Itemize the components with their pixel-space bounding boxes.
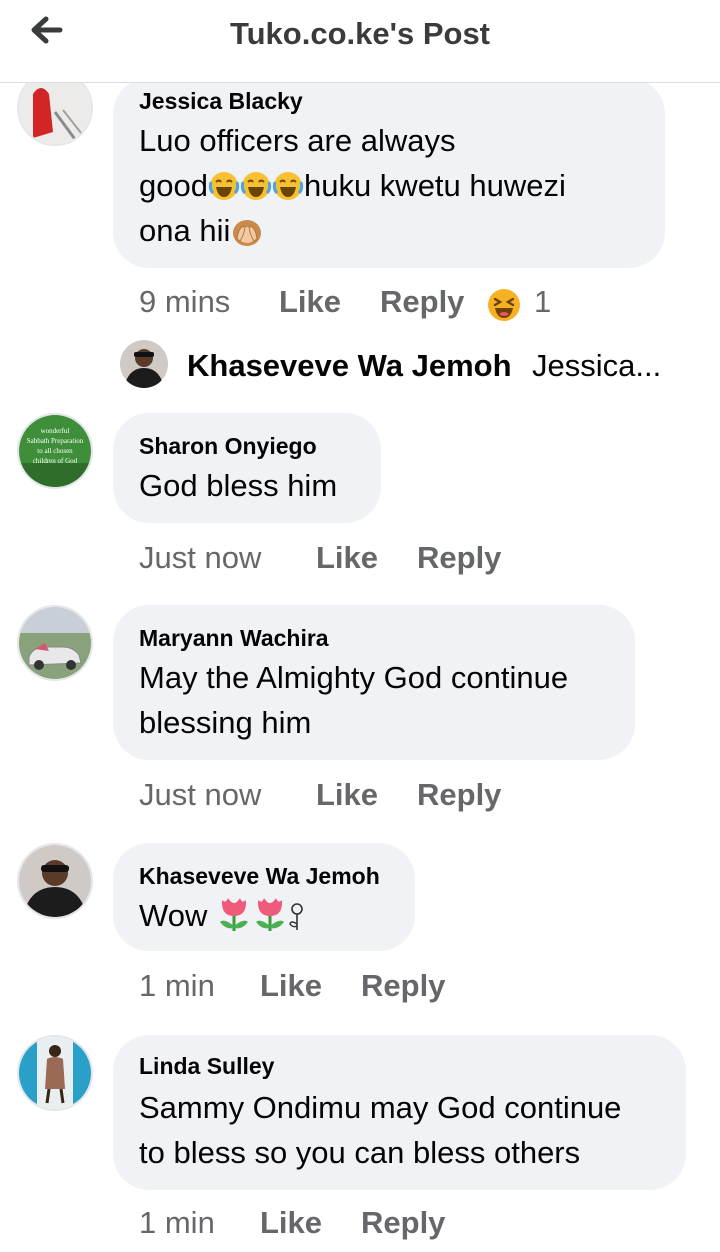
small-flower-emoji	[289, 903, 303, 930]
comment-bubble[interactable]: Maryann Wachira May the Almighty God con…	[113, 605, 635, 760]
comment-actions: Just now Like Reply	[139, 540, 519, 580]
avatar[interactable]	[17, 1035, 93, 1111]
comment-author[interactable]: Sharon Onyiego	[139, 433, 317, 460]
comment-timestamp[interactable]: Just now	[139, 777, 261, 813]
comment-text-line: Wow	[139, 898, 208, 933]
reply-author[interactable]: Khaseveve Wa Jemoh	[187, 348, 512, 384]
comment-text-line: huku kwetu huwezi	[303, 168, 566, 203]
comment-actions: 9 mins Like Reply 1	[139, 284, 579, 324]
comment-timestamp[interactable]: 1 min	[139, 1205, 215, 1241]
comment-text: ona hii	[139, 208, 264, 253]
reaction-count[interactable]: 1	[534, 284, 551, 320]
reply-button[interactable]: Reply	[417, 777, 501, 813]
comment-text: God bless him	[139, 468, 338, 503]
comment-text: Luo officers are always	[139, 118, 455, 163]
haha-reaction-icon[interactable]	[487, 288, 521, 330]
like-button[interactable]: Like	[279, 284, 341, 320]
comment-author[interactable]: Khaseveve Wa Jemoh	[139, 863, 380, 890]
tulip-emoji	[255, 898, 284, 931]
comment-text: Wow	[139, 893, 306, 938]
comment-actions: 1 min Like Reply	[139, 968, 469, 1008]
like-button[interactable]: Like	[316, 777, 378, 813]
comment-author[interactable]: Jessica Blacky	[139, 88, 303, 115]
comment-timestamp[interactable]: 1 min	[139, 968, 215, 1004]
like-button[interactable]: Like	[260, 1205, 322, 1241]
reply-button[interactable]: Reply	[380, 284, 464, 320]
laughing-crying-emoji	[240, 172, 272, 200]
comment-actions: 1 min Like Reply	[139, 1205, 469, 1245]
comment-text: Sammy Ondimu may God continue	[139, 1090, 622, 1125]
comment-text-line: Luo officers are always	[139, 123, 456, 158]
laughing-crying-emoji	[272, 172, 304, 200]
comment-bubble[interactable]: Linda Sulley Sammy Ondimu may God contin…	[113, 1035, 686, 1190]
comment-timestamp[interactable]: 9 mins	[139, 284, 230, 320]
comment-text-line: ona hii	[139, 213, 231, 248]
like-button[interactable]: Like	[260, 968, 322, 1004]
comment-text-line: good	[139, 168, 208, 203]
comment-actions: Just now Like Reply	[139, 777, 519, 817]
comment-timestamp[interactable]: Just now	[139, 540, 261, 576]
comment-text: May the Almighty God continue	[139, 660, 569, 695]
laughing-crying-emoji	[208, 172, 240, 200]
hands-over-eyes-emoji	[233, 220, 262, 246]
comment-bubble[interactable]: Khaseveve Wa Jemoh Wow	[113, 843, 415, 951]
avatar[interactable]	[17, 843, 93, 919]
svg-text:children of God: children of God	[33, 457, 78, 465]
comment-bubble[interactable]: Sharon Onyiego God bless him	[113, 413, 381, 523]
comment-author[interactable]: Maryann Wachira	[139, 625, 329, 652]
svg-text:wonderful: wonderful	[41, 427, 70, 435]
reply-snippet: Jessica...	[532, 348, 662, 383]
avatar[interactable]: wonderful Sabbath Preparation to all cho…	[17, 413, 93, 489]
reply-button[interactable]: Reply	[417, 540, 501, 576]
comment-text: good huku kwetu huwezi	[139, 163, 566, 208]
svg-text:Sabbath Preparation: Sabbath Preparation	[27, 437, 84, 445]
reply-button[interactable]: Reply	[361, 968, 445, 1004]
svg-text:to all chosen: to all chosen	[37, 447, 73, 455]
avatar[interactable]	[17, 605, 93, 681]
comment-bubble[interactable]: Jessica Blacky Luo officers are always g…	[113, 78, 665, 268]
top-bar: Tuko.co.ke's Post	[0, 0, 720, 83]
like-button[interactable]: Like	[316, 540, 378, 576]
avatar	[120, 340, 168, 388]
comment-author[interactable]: Linda Sulley	[139, 1053, 274, 1080]
tulip-emoji	[219, 898, 248, 931]
comment-text: to bless so you can bless others	[139, 1135, 581, 1170]
reply-button[interactable]: Reply	[361, 1205, 445, 1241]
comment-text: blessing him	[139, 705, 312, 740]
page-title: Tuko.co.ke's Post	[229, 16, 491, 51]
